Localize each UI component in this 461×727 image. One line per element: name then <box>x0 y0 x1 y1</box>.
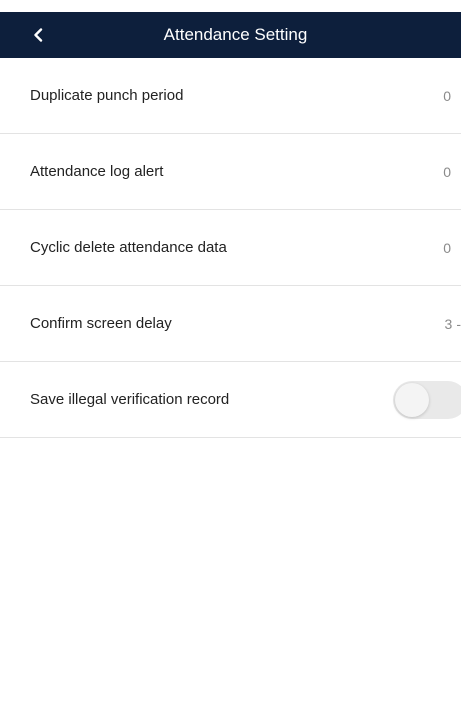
setting-value-number: 3 <box>444 316 453 332</box>
setting-label: Cyclic delete attendance data <box>30 239 227 256</box>
toggle-knob <box>395 383 429 417</box>
setting-value: 3- <box>445 286 461 362</box>
save-illegal-verification-toggle[interactable] <box>393 381 461 419</box>
setting-attendance-log-alert[interactable]: Attendance log alert 0 <box>0 134 461 210</box>
settings-list: Duplicate punch period 0 Attendance log … <box>0 58 461 438</box>
setting-label: Attendance log alert <box>30 163 164 180</box>
header-bar: Attendance Setting <box>0 12 461 58</box>
setting-value: 0 <box>443 240 451 256</box>
setting-value-unit: - <box>456 316 461 332</box>
setting-label: Save illegal verification record <box>30 391 230 408</box>
setting-cyclic-delete-attendance-data[interactable]: Cyclic delete attendance data 0 <box>0 210 461 286</box>
setting-value: 0 <box>443 88 451 104</box>
attendance-setting-screen: Attendance Setting Duplicate punch perio… <box>0 0 461 727</box>
setting-confirm-screen-delay[interactable]: Confirm screen delay 3- <box>0 286 461 362</box>
setting-label: Duplicate punch period <box>30 87 184 104</box>
page-title: Attendance Setting <box>163 25 308 44</box>
setting-label: Confirm screen delay <box>30 315 172 332</box>
setting-save-illegal-verification-record: Save illegal verification record <box>0 362 461 438</box>
setting-value: 0 <box>443 164 451 180</box>
setting-duplicate-punch-period[interactable]: Duplicate punch period 0 <box>0 58 461 134</box>
